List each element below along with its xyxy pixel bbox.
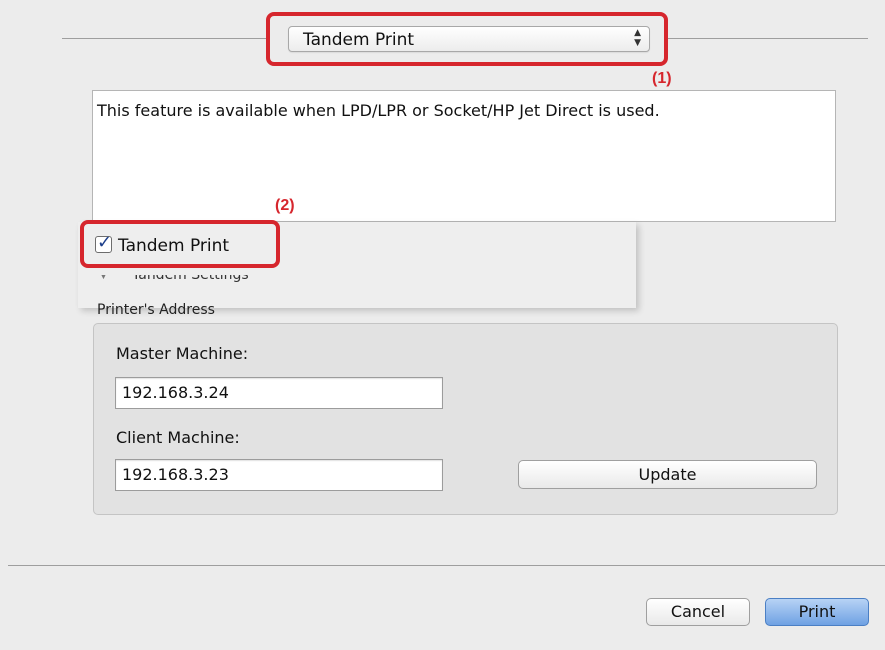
disclosure-triangle-icon: ▼	[100, 275, 107, 281]
master-machine-label: Master Machine:	[116, 344, 249, 363]
description-text: This feature is available when LPD/LPR o…	[97, 101, 660, 120]
tandem-settings-label: Tandem Settings	[132, 275, 249, 283]
printers-address-title: Printer's Address	[97, 302, 215, 318]
client-machine-value: 192.168.3.23	[122, 465, 229, 484]
print-button[interactable]: Print	[765, 598, 869, 626]
callout-label-2: (2)	[275, 197, 295, 214]
printers-address-group: Master Machine: 192.168.3.24 Client Mach…	[93, 323, 838, 515]
highlight-frame-1	[266, 12, 668, 66]
callout-label-1: (1)	[652, 70, 672, 87]
highlight-frame-2	[80, 220, 280, 268]
master-machine-value: 192.168.3.24	[122, 383, 229, 402]
header-separator-left	[62, 38, 266, 39]
update-button[interactable]: Update	[518, 460, 817, 489]
client-machine-field[interactable]: 192.168.3.23	[115, 459, 443, 491]
header-separator-right	[668, 38, 868, 39]
master-machine-field[interactable]: 192.168.3.24	[115, 377, 443, 409]
client-machine-label: Client Machine:	[116, 428, 240, 447]
cancel-button[interactable]: Cancel	[646, 598, 750, 626]
footer-separator	[8, 565, 885, 566]
description-box: This feature is available when LPD/LPR o…	[92, 90, 836, 222]
print-dialog: Tandem Print ▲ ▼ (1) This feature is avai…	[0, 0, 885, 650]
tandem-settings-disclosure[interactable]: ▼ Tandem Settings	[100, 275, 320, 289]
